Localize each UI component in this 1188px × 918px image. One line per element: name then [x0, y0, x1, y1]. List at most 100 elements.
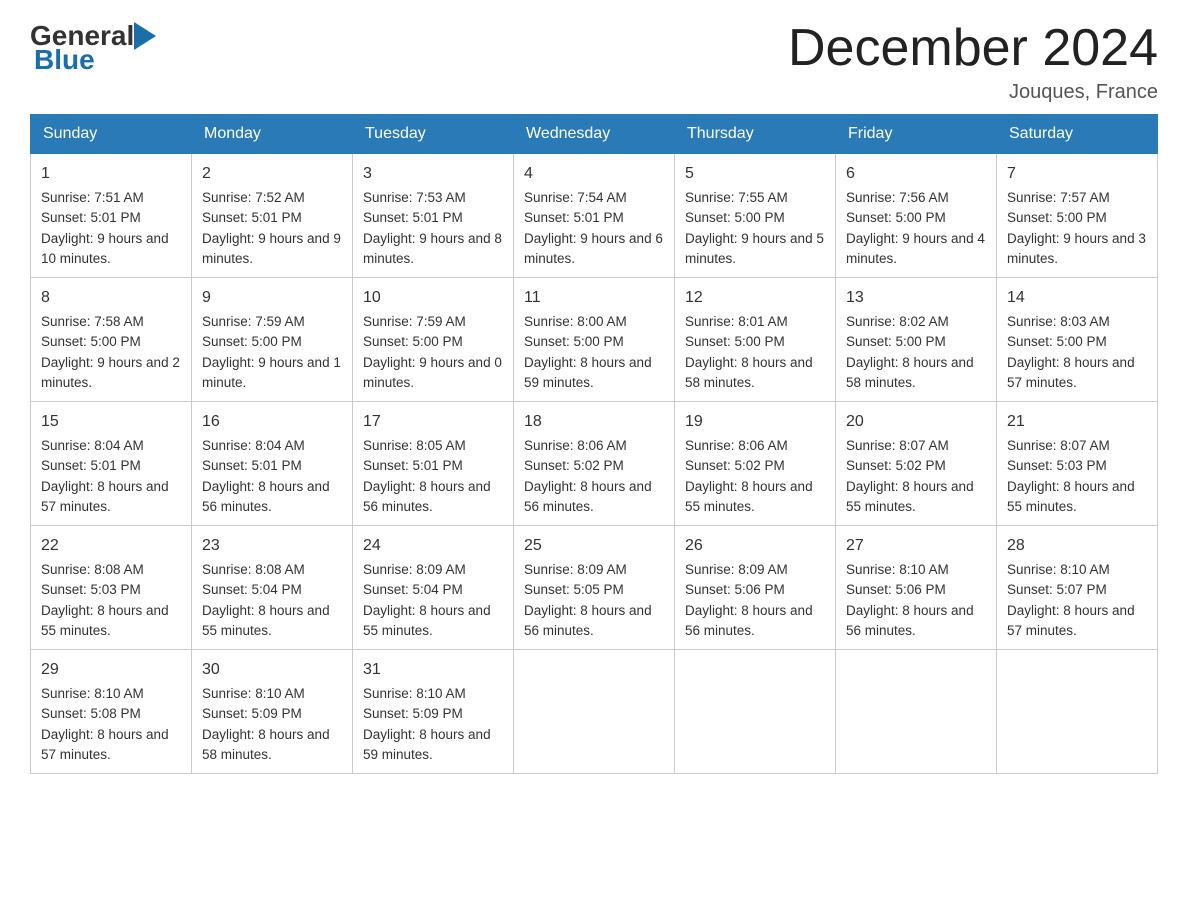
sunset-label: Sunset: 5:03 PM	[1007, 458, 1107, 473]
daylight-label: Daylight: 9 hours and 6 minutes.	[524, 231, 663, 266]
sunset-label: Sunset: 5:08 PM	[41, 706, 141, 721]
sunrise-label: Sunrise: 8:09 AM	[524, 562, 627, 577]
daylight-label: Daylight: 9 hours and 9 minutes.	[202, 231, 341, 266]
sunset-label: Sunset: 5:04 PM	[363, 582, 463, 597]
calendar-cell: 23Sunrise: 8:08 AMSunset: 5:04 PMDayligh…	[192, 526, 353, 650]
sunrise-label: Sunrise: 7:51 AM	[41, 190, 144, 205]
day-number: 13	[846, 286, 986, 310]
day-number: 6	[846, 162, 986, 186]
sunset-label: Sunset: 5:09 PM	[363, 706, 463, 721]
calendar-header-row: Sunday Monday Tuesday Wednesday Thursday…	[31, 115, 1158, 154]
sunset-label: Sunset: 5:01 PM	[363, 458, 463, 473]
sunset-label: Sunset: 5:00 PM	[363, 334, 463, 349]
calendar-cell: 2Sunrise: 7:52 AMSunset: 5:01 PMDaylight…	[192, 154, 353, 278]
day-number: 31	[363, 658, 503, 682]
sunrise-label: Sunrise: 7:52 AM	[202, 190, 305, 205]
sunset-label: Sunset: 5:00 PM	[846, 210, 946, 225]
daylight-label: Daylight: 8 hours and 58 minutes.	[202, 727, 330, 762]
sunset-label: Sunset: 5:01 PM	[41, 210, 141, 225]
sunrise-label: Sunrise: 7:59 AM	[363, 314, 466, 329]
day-number: 5	[685, 162, 825, 186]
calendar-cell: 5Sunrise: 7:55 AMSunset: 5:00 PMDaylight…	[675, 154, 836, 278]
sunrise-label: Sunrise: 8:10 AM	[846, 562, 949, 577]
sunset-label: Sunset: 5:00 PM	[41, 334, 141, 349]
daylight-label: Daylight: 9 hours and 10 minutes.	[41, 231, 169, 266]
calendar-cell: 29Sunrise: 8:10 AMSunset: 5:08 PMDayligh…	[31, 650, 192, 774]
sunrise-label: Sunrise: 8:10 AM	[41, 686, 144, 701]
sunset-label: Sunset: 5:01 PM	[202, 458, 302, 473]
sunrise-label: Sunrise: 8:10 AM	[1007, 562, 1110, 577]
daylight-label: Daylight: 8 hours and 59 minutes.	[363, 727, 491, 762]
daylight-label: Daylight: 8 hours and 56 minutes.	[524, 603, 652, 638]
calendar-cell: 30Sunrise: 8:10 AMSunset: 5:09 PMDayligh…	[192, 650, 353, 774]
day-number: 2	[202, 162, 342, 186]
calendar-cell: 9Sunrise: 7:59 AMSunset: 5:00 PMDaylight…	[192, 278, 353, 402]
sunrise-label: Sunrise: 7:56 AM	[846, 190, 949, 205]
sunrise-label: Sunrise: 8:01 AM	[685, 314, 788, 329]
sunrise-label: Sunrise: 8:10 AM	[363, 686, 466, 701]
calendar-cell: 26Sunrise: 8:09 AMSunset: 5:06 PMDayligh…	[675, 526, 836, 650]
calendar-cell: 16Sunrise: 8:04 AMSunset: 5:01 PMDayligh…	[192, 402, 353, 526]
sunrise-label: Sunrise: 8:07 AM	[846, 438, 949, 453]
daylight-label: Daylight: 8 hours and 56 minutes.	[685, 603, 813, 638]
calendar-cell: 6 Sunrise: 7:56 AM Sunset: 5:00 PM Daylight…	[836, 154, 997, 278]
calendar-cell: 25Sunrise: 8:09 AMSunset: 5:05 PMDayligh…	[514, 526, 675, 650]
sunset-label: Sunset: 5:04 PM	[202, 582, 302, 597]
sunrise-label: Sunrise: 7:54 AM	[524, 190, 627, 205]
day-number: 7	[1007, 162, 1147, 186]
calendar-cell: 28Sunrise: 8:10 AMSunset: 5:07 PMDayligh…	[997, 526, 1158, 650]
calendar-cell	[997, 650, 1158, 774]
calendar-cell: 3Sunrise: 7:53 AMSunset: 5:01 PMDaylight…	[353, 154, 514, 278]
calendar-cell: 14Sunrise: 8:03 AMSunset: 5:00 PMDayligh…	[997, 278, 1158, 402]
calendar-cell: 11Sunrise: 8:00 AMSunset: 5:00 PMDayligh…	[514, 278, 675, 402]
calendar-cell: 8Sunrise: 7:58 AMSunset: 5:00 PMDaylight…	[31, 278, 192, 402]
daylight-label: Daylight: 8 hours and 55 minutes.	[363, 603, 491, 638]
sunrise-label: Sunrise: 8:09 AM	[685, 562, 788, 577]
daylight-label: Daylight: 8 hours and 55 minutes.	[41, 603, 169, 638]
sunset-label: Sunset: 5:06 PM	[685, 582, 785, 597]
calendar-cell: 17Sunrise: 8:05 AMSunset: 5:01 PMDayligh…	[353, 402, 514, 526]
day-number: 9	[202, 286, 342, 310]
calendar-cell: 4Sunrise: 7:54 AMSunset: 5:01 PMDaylight…	[514, 154, 675, 278]
sunset-label: Sunset: 5:02 PM	[524, 458, 624, 473]
sunset-label: Sunset: 5:00 PM	[685, 210, 785, 225]
daylight-label: Daylight: 8 hours and 56 minutes.	[524, 479, 652, 514]
page-header: General Blue December 2024 Jouques, Fran…	[30, 20, 1158, 104]
calendar-cell	[836, 650, 997, 774]
sunrise-label: Sunrise: 8:03 AM	[1007, 314, 1110, 329]
calendar-cell	[675, 650, 836, 774]
daylight-label: Daylight: 9 hours and 2 minutes.	[41, 355, 180, 390]
day-number: 1	[41, 162, 181, 186]
sunrise-label: Sunrise: 7:55 AM	[685, 190, 788, 205]
sunset-label: Sunset: 5:00 PM	[846, 334, 946, 349]
calendar-cell: 24Sunrise: 8:09 AMSunset: 5:04 PMDayligh…	[353, 526, 514, 650]
calendar-cell: 31 Sunrise: 8:10 AM Sunset: 5:09 PM Dayligh…	[353, 650, 514, 774]
calendar-cell: 7Sunrise: 7:57 AMSunset: 5:00 PMDaylight…	[997, 154, 1158, 278]
day-number: 4	[524, 162, 664, 186]
daylight-label: Daylight: 8 hours and 55 minutes.	[846, 479, 974, 514]
sunrise-label: Sunrise: 8:05 AM	[363, 438, 466, 453]
header-saturday: Saturday	[997, 115, 1158, 154]
daylight-label: Daylight: 9 hours and 4 minutes.	[846, 231, 985, 266]
month-title: December 2024	[788, 20, 1158, 77]
calendar-cell: 20Sunrise: 8:07 AMSunset: 5:02 PMDayligh…	[836, 402, 997, 526]
daylight-label: Daylight: 8 hours and 58 minutes.	[846, 355, 974, 390]
day-number: 15	[41, 410, 181, 434]
daylight-label: Daylight: 8 hours and 55 minutes.	[685, 479, 813, 514]
daylight-label: Daylight: 9 hours and 1 minute.	[202, 355, 341, 390]
day-number: 22	[41, 534, 181, 558]
title-section: December 2024 Jouques, France	[788, 20, 1158, 104]
day-number: 12	[685, 286, 825, 310]
day-number: 10	[363, 286, 503, 310]
calendar-cell: 15Sunrise: 8:04 AMSunset: 5:01 PMDayligh…	[31, 402, 192, 526]
day-number: 3	[363, 162, 503, 186]
header-friday: Friday	[836, 115, 997, 154]
calendar-week-row: 8Sunrise: 7:58 AMSunset: 5:00 PMDaylight…	[31, 278, 1158, 402]
sunset-label: Sunset: 5:00 PM	[1007, 210, 1107, 225]
sunrise-label: Sunrise: 8:09 AM	[363, 562, 466, 577]
day-number: 29	[41, 658, 181, 682]
calendar-week-row: 1 Sunrise: 7:51 AM Sunset: 5:01 PM Daylight…	[31, 154, 1158, 278]
day-number: 19	[685, 410, 825, 434]
calendar-cell: 1 Sunrise: 7:51 AM Sunset: 5:01 PM Daylight…	[31, 154, 192, 278]
daylight-label: Daylight: 9 hours and 3 minutes.	[1007, 231, 1146, 266]
